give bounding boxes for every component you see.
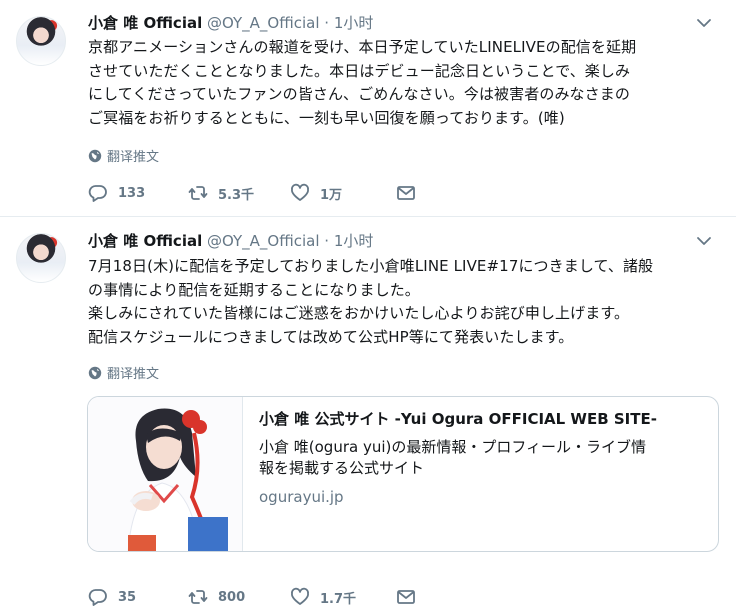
card-image [88, 397, 243, 551]
tweet-text: 京都アニメーションさんの報道を受け、本日予定していたLINELIVEの配信を延期… [88, 38, 637, 127]
retweet-button[interactable]: 800 [188, 587, 290, 607]
like-button[interactable]: 1万 [290, 183, 396, 203]
mail-icon [397, 590, 415, 604]
reply-button[interactable]: 35 [88, 587, 188, 607]
retweet-icon [188, 590, 208, 604]
card-domain: ogurayui.jp [259, 488, 344, 506]
chevron-down-icon[interactable] [696, 11, 712, 35]
globe-icon [88, 366, 102, 379]
share-button[interactable] [396, 587, 416, 607]
avatar[interactable] [16, 233, 66, 283]
tweet[interactable]: 小倉 唯 Official @OY_A_Official · 1小时 京都アニメ… [0, 0, 736, 217]
heart-icon [291, 183, 309, 201]
tweet-text: 7月18日(木)に配信を予定しておりました小倉唯LINE LIVE#17につきま… [88, 257, 654, 346]
card-body: 小倉 唯 公式サイト -Yui Ogura OFFICIAL WEB SITE-… [259, 409, 702, 506]
author-handle[interactable]: @OY_A_Official [207, 14, 320, 32]
like-count: 1万 [320, 187, 343, 203]
tweet-header: 小倉 唯 Official @OY_A_Official · 1小时 [88, 229, 716, 253]
card-title: 小倉 唯 公式サイト -Yui Ogura OFFICIAL WEB SITE- [259, 410, 657, 428]
tweet-actions: 133 5.3千 1万 [88, 181, 416, 205]
author-name[interactable]: 小倉 唯 Official [88, 14, 202, 32]
tweet-actions: 35 800 1.7千 [88, 585, 416, 609]
reply-count: 35 [118, 589, 137, 605]
retweet-icon [188, 186, 208, 200]
retweet-count: 800 [218, 589, 246, 605]
reply-count: 133 [118, 185, 146, 201]
like-count: 1.7千 [320, 591, 357, 607]
reply-button[interactable]: 133 [88, 183, 188, 203]
retweet-count: 5.3千 [218, 187, 255, 203]
tweet-header: 小倉 唯 Official @OY_A_Official · 1小时 [88, 11, 716, 35]
author-handle[interactable]: @OY_A_Official [207, 232, 320, 250]
share-button[interactable] [396, 183, 416, 203]
separator: · [324, 14, 330, 32]
like-button[interactable]: 1.7千 [290, 587, 396, 607]
portrait-image [88, 397, 242, 551]
author-name[interactable]: 小倉 唯 Official [88, 232, 202, 250]
translate-label: 翻译推文 [107, 367, 160, 382]
globe-icon [88, 149, 102, 162]
chevron-down-icon[interactable] [696, 229, 712, 253]
translate-label: 翻译推文 [107, 150, 160, 165]
separator: · [324, 232, 330, 250]
card-description: 小倉 唯(ogura yui)の最新情報・プロフィール・ライブ情 報を掲載する公… [259, 438, 647, 477]
link-card[interactable]: 小倉 唯 公式サイト -Yui Ogura OFFICIAL WEB SITE-… [87, 396, 719, 552]
translate-link[interactable]: 翻译推文 [88, 363, 159, 382]
tweet[interactable]: 小倉 唯 Official @OY_A_Official · 1小时 7月18日… [0, 217, 736, 610]
retweet-button[interactable]: 5.3千 [188, 183, 290, 203]
tweet-time[interactable]: 1小时 [334, 14, 374, 32]
heart-icon [291, 587, 309, 605]
mail-icon [397, 186, 415, 200]
translate-link[interactable]: 翻译推文 [88, 146, 159, 165]
reply-icon [88, 185, 107, 202]
tweet-time[interactable]: 1小时 [334, 232, 374, 250]
reply-icon [88, 589, 107, 606]
avatar[interactable] [16, 16, 66, 66]
